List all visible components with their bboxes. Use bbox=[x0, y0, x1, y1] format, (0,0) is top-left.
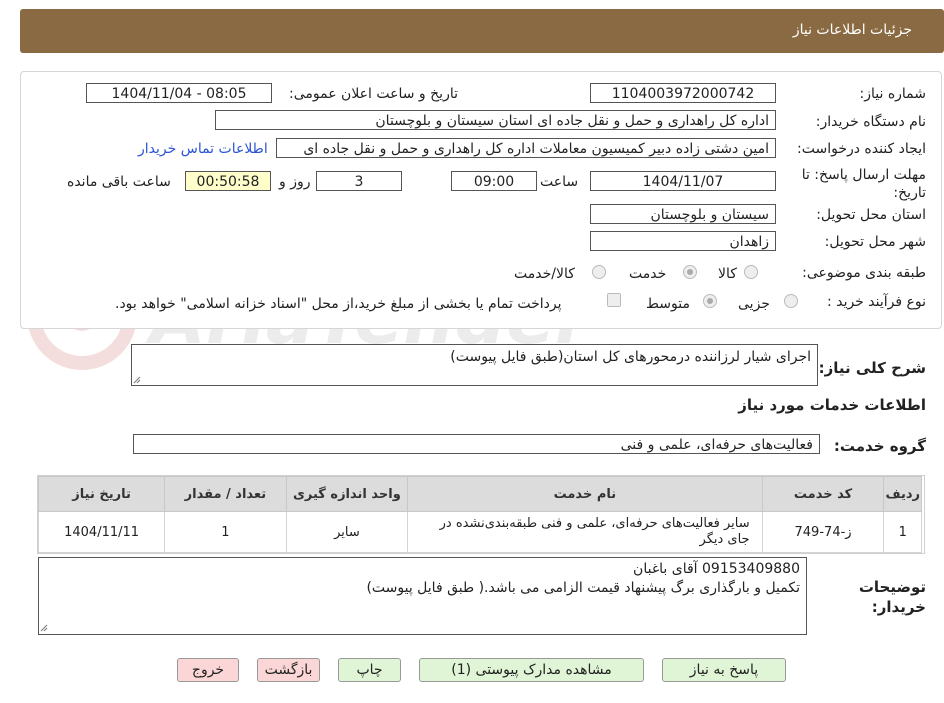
time-label: ساعت bbox=[540, 174, 579, 190]
need-number-field: 1104003972000742 bbox=[590, 83, 776, 103]
category-goods-label: کالا bbox=[718, 266, 737, 282]
process-minor-label: جزیی bbox=[738, 296, 770, 312]
announce-label: تاریخ و ساعت اعلان عمومی: bbox=[289, 86, 458, 102]
treasury-payment-note: پرداخت تمام یا بخشی از مبلغ خرید،از محل … bbox=[115, 296, 562, 312]
view-attachments-button[interactable]: مشاهده مدارک پیوستی (1) bbox=[419, 658, 644, 682]
treasury-payment-checkbox[interactable] bbox=[607, 293, 621, 307]
buyer-notes-line1: 09153409880 آقای باغبان bbox=[633, 561, 800, 577]
buyer-field: اداره کل راهداری و حمل و نقل جاده ای است… bbox=[215, 110, 776, 130]
col-row-header: ردیف bbox=[883, 476, 922, 512]
table-header-row: ردیف کد خدمت نام خدمت واحد اندازه گیری ت… bbox=[37, 476, 922, 512]
cell-date: 1404/11/11 bbox=[37, 511, 166, 553]
cell-code: ز-74-749 bbox=[761, 511, 885, 553]
service-group-field: فعالیت‌های حرفه‌ای، علمی و فنی bbox=[133, 434, 820, 454]
city-field: زاهدان bbox=[590, 231, 776, 251]
summary-text: اجرای شیار لرزاننده درمحورهای کل استان(ط… bbox=[450, 349, 811, 365]
process-minor-radio[interactable] bbox=[784, 294, 798, 308]
col-qty-header: تعداد / مقدار bbox=[164, 476, 287, 512]
cell-unit: سایر bbox=[285, 511, 409, 553]
days-label: روز و bbox=[279, 174, 311, 190]
buyer-contact-link[interactable]: اطلاعات تماس خریدار bbox=[138, 141, 268, 157]
col-unit-header: واحد اندازه گیری bbox=[285, 476, 409, 512]
summary-label: شرح کلی نیاز: bbox=[818, 359, 926, 377]
buyer-label: نام دستگاه خریدار: bbox=[815, 114, 926, 130]
summary-textarea: اجرای شیار لرزاننده درمحورهای کل استان(ط… bbox=[131, 344, 818, 386]
reply-button[interactable]: پاسخ به نیاز bbox=[662, 658, 786, 682]
cell-row: 1 bbox=[883, 511, 922, 553]
category-both-label: کالا/خدمت bbox=[514, 266, 575, 282]
creator-label: ایجاد کننده درخواست: bbox=[797, 141, 926, 157]
category-service-label: خدمت bbox=[629, 266, 667, 282]
city-label: شهر محل تحویل: bbox=[824, 234, 926, 250]
services-section-title: اطلاعات خدمات مورد نیاز bbox=[738, 396, 926, 414]
table-row: 1 ز-74-749 سایر فعالیت‌های حرفه‌ای، علمی… bbox=[37, 511, 922, 553]
deadline-date-field: 1404/11/07 bbox=[590, 171, 776, 191]
col-date-header: تاریخ نیاز bbox=[37, 476, 166, 512]
deadline-label: مهلت ارسال پاسخ: تا تاریخ: bbox=[801, 167, 926, 201]
buyer-notes-textarea: 09153409880 آقای باغبان تکمیل و بارگذاری… bbox=[38, 557, 807, 635]
col-code-header: کد خدمت bbox=[761, 476, 885, 512]
remaining-label: ساعت باقی مانده bbox=[67, 174, 171, 190]
category-goods-radio[interactable] bbox=[744, 265, 758, 279]
province-label: استان محل تحویل: bbox=[816, 207, 926, 223]
services-table: ردیف کد خدمت نام خدمت واحد اندازه گیری ت… bbox=[37, 476, 922, 553]
notes-resize-grip-icon[interactable] bbox=[40, 624, 48, 632]
cell-service-name: سایر فعالیت‌های حرفه‌ای، علمی و فنی طبقه… bbox=[407, 511, 763, 553]
creator-field: امین دشتی زاده دبیر کمیسیون معاملات ادار… bbox=[276, 138, 776, 158]
announce-field: 1404/11/04 - 08:05 bbox=[86, 83, 272, 103]
category-both-radio[interactable] bbox=[592, 265, 606, 279]
province-field: سیستان و بلوچستان bbox=[590, 204, 776, 224]
remaining-time-field: 00:50:58 bbox=[185, 171, 271, 191]
resize-grip-icon[interactable] bbox=[133, 376, 141, 384]
process-medium-radio[interactable] bbox=[703, 294, 717, 308]
back-button[interactable]: بازگشت bbox=[257, 658, 320, 682]
cell-qty: 1 bbox=[164, 511, 287, 553]
need-number-label: شماره نیاز: bbox=[859, 86, 927, 102]
buyer-notes-label: توضیحات خریدار: bbox=[858, 578, 926, 616]
page-header: جزئیات اطلاعات نیاز bbox=[20, 9, 944, 53]
category-service-radio[interactable] bbox=[683, 265, 697, 279]
buyer-notes-line2: تکمیل و بارگذاری برگ پیشنهاد قیمت الزامی… bbox=[366, 580, 800, 596]
service-group-label: گروه خدمت: bbox=[833, 437, 926, 455]
exit-button[interactable]: خروج bbox=[177, 658, 239, 682]
page-title: جزئیات اطلاعات نیاز bbox=[792, 22, 912, 38]
print-button[interactable]: چاپ bbox=[338, 658, 401, 682]
category-label: طبقه بندی موضوعی: bbox=[802, 265, 926, 281]
process-medium-label: متوسط bbox=[646, 296, 690, 312]
deadline-time-field: 09:00 bbox=[451, 171, 537, 191]
col-name-header: نام خدمت bbox=[407, 476, 763, 512]
process-label: نوع فرآیند خرید : bbox=[827, 294, 926, 310]
days-field: 3 bbox=[316, 171, 402, 191]
